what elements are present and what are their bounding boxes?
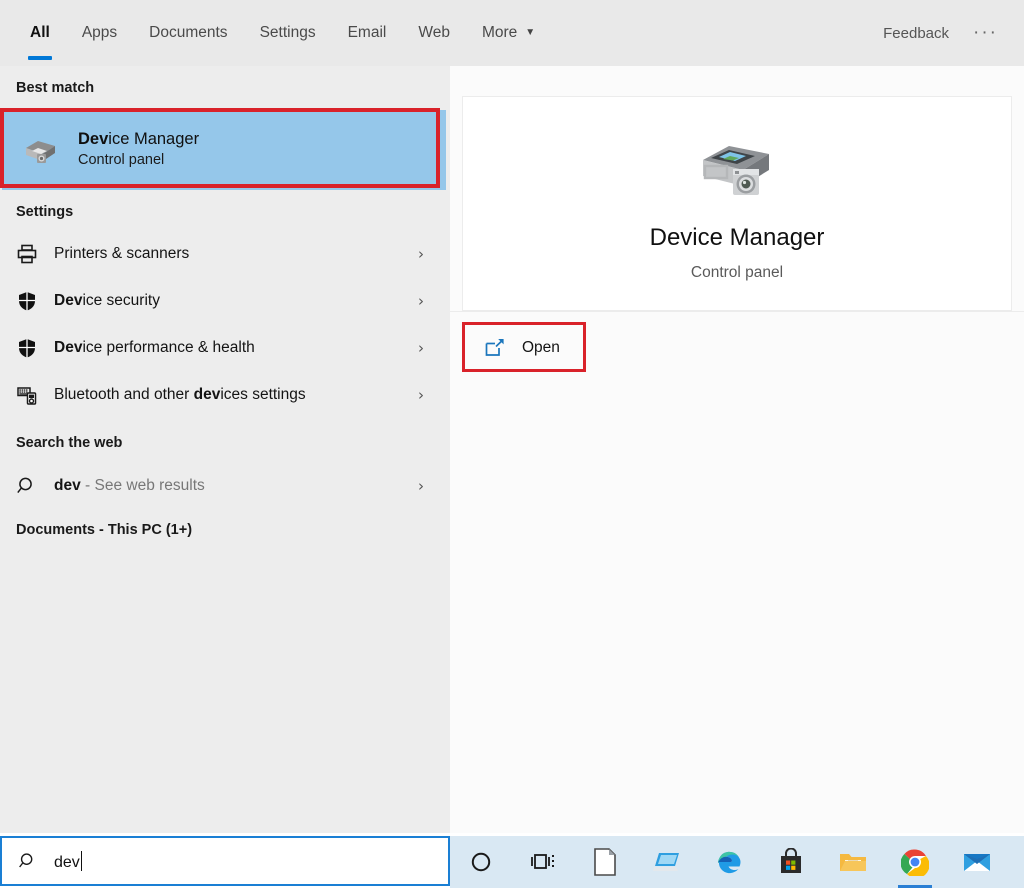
settings-item-device-security[interactable]: Device security ›	[0, 281, 450, 321]
bluetooth-devices-icon	[14, 384, 40, 406]
chevron-right-icon: ›	[418, 339, 424, 357]
device-manager-icon	[703, 145, 769, 195]
overflow-menu-icon[interactable]: ···	[963, 22, 1008, 44]
search-header: All Apps Documents Settings Email Web Mo…	[0, 0, 1024, 67]
preview-title: Device Manager	[649, 223, 825, 251]
edge-icon	[718, 851, 741, 874]
documents-heading: Documents - This PC (1+)	[16, 522, 193, 538]
mail-icon	[964, 854, 990, 871]
tab-web-label: Web	[418, 24, 450, 41]
settings-item-label: Device security	[54, 292, 160, 309]
settings-item-printers-scanners[interactable]: Printers & scanners ›	[0, 234, 450, 274]
settings-item-device-performance-health[interactable]: Device performance & health ›	[0, 328, 450, 368]
taskbar	[450, 836, 1024, 888]
open-button[interactable]: Open	[466, 326, 560, 370]
best-match-title: Device Manager	[78, 129, 200, 148]
tab-settings[interactable]: Settings	[244, 0, 332, 66]
task-view-icon	[531, 854, 554, 869]
taskbar-item-chrome[interactable]	[884, 836, 946, 888]
microsoft-store-icon	[781, 848, 801, 873]
taskbar-item-cortana[interactable]	[450, 836, 512, 888]
tab-email[interactable]: Email	[332, 0, 403, 66]
libreoffice-icon	[594, 848, 616, 876]
header-actions: Feedback ···	[869, 0, 1008, 66]
best-match-texts: Device Manager Control panel	[78, 128, 199, 172]
tab-more-label: More	[481, 24, 518, 41]
search-input[interactable]: dev	[0, 836, 450, 886]
tab-documents[interactable]: Documents	[133, 0, 243, 66]
active-tab-indicator	[28, 56, 52, 60]
best-match-heading: Best match	[16, 80, 95, 96]
web-search-label: dev - See web results	[54, 477, 205, 494]
search-icon	[18, 851, 38, 871]
open-action[interactable]: Open	[462, 322, 592, 374]
remote-desktop-icon	[653, 853, 679, 871]
tab-all[interactable]: All	[14, 0, 66, 66]
text-cursor	[80, 850, 82, 871]
cortana-icon	[471, 852, 491, 872]
preview-pane: Device Manager Control panel Open	[450, 66, 1024, 833]
shield-icon	[14, 337, 40, 359]
chrome-icon	[901, 849, 929, 876]
settings-item-bluetooth-other-devices[interactable]: Bluetooth and other devices settings ›	[0, 375, 450, 415]
taskbar-item-file-explorer[interactable]	[822, 836, 884, 888]
chevron-right-icon: ›	[418, 386, 424, 404]
tab-settings-label: Settings	[259, 24, 316, 41]
open-external-icon	[485, 339, 504, 356]
settings-item-label: Device performance & health	[54, 339, 255, 356]
search-input-value: dev	[54, 850, 82, 872]
tab-email-label: Email	[347, 24, 387, 41]
chevron-down-icon: ▼	[525, 27, 536, 38]
search-web-heading: Search the web	[16, 435, 123, 451]
tab-more[interactable]: More ▼	[466, 0, 551, 66]
shield-icon	[14, 290, 40, 312]
taskbar-item-libreoffice[interactable]	[574, 836, 636, 888]
taskbar-item-remote-desktop[interactable]	[636, 836, 698, 888]
best-match-subtitle: Control panel	[78, 152, 165, 169]
feedback-button[interactable]: Feedback	[869, 25, 963, 42]
taskbar-item-mail[interactable]	[946, 836, 1008, 888]
preview-divider	[450, 311, 1024, 312]
best-match-result[interactable]: Device Manager Control panel	[0, 108, 450, 192]
chevron-right-icon: ›	[418, 292, 424, 310]
taskbar-item-task-view[interactable]	[512, 836, 574, 888]
settings-item-label: Printers & scanners	[54, 245, 190, 262]
settings-heading: Settings	[16, 204, 74, 220]
chevron-right-icon: ›	[418, 245, 424, 263]
best-match-row[interactable]: Device Manager Control panel	[2, 110, 446, 190]
tab-apps[interactable]: Apps	[66, 0, 133, 66]
chevron-right-icon: ›	[418, 477, 424, 495]
tab-documents-label: Documents	[149, 24, 228, 41]
search-icon	[14, 475, 40, 497]
tab-apps-label: Apps	[81, 24, 118, 41]
taskbar-item-edge[interactable]	[698, 836, 760, 888]
device-manager-icon	[26, 141, 55, 163]
filter-tabs: All Apps Documents Settings Email Web Mo…	[14, 0, 551, 66]
search-query-text: dev	[54, 853, 80, 871]
tab-web[interactable]: Web	[402, 0, 466, 66]
tab-all-label: All	[30, 24, 50, 41]
preview-subtitle: Control panel	[690, 263, 784, 281]
file-explorer-icon	[840, 854, 866, 871]
open-button-label: Open	[522, 339, 560, 356]
preview-card: Device Manager Control panel	[462, 96, 1012, 311]
web-search-result[interactable]: dev - See web results ›	[0, 466, 450, 506]
taskbar-item-microsoft-store[interactable]	[760, 836, 822, 888]
printer-icon	[14, 243, 40, 265]
settings-item-label: Bluetooth and other devices settings	[54, 386, 306, 403]
results-pane: Best match Device Manager Control panel …	[0, 66, 450, 833]
